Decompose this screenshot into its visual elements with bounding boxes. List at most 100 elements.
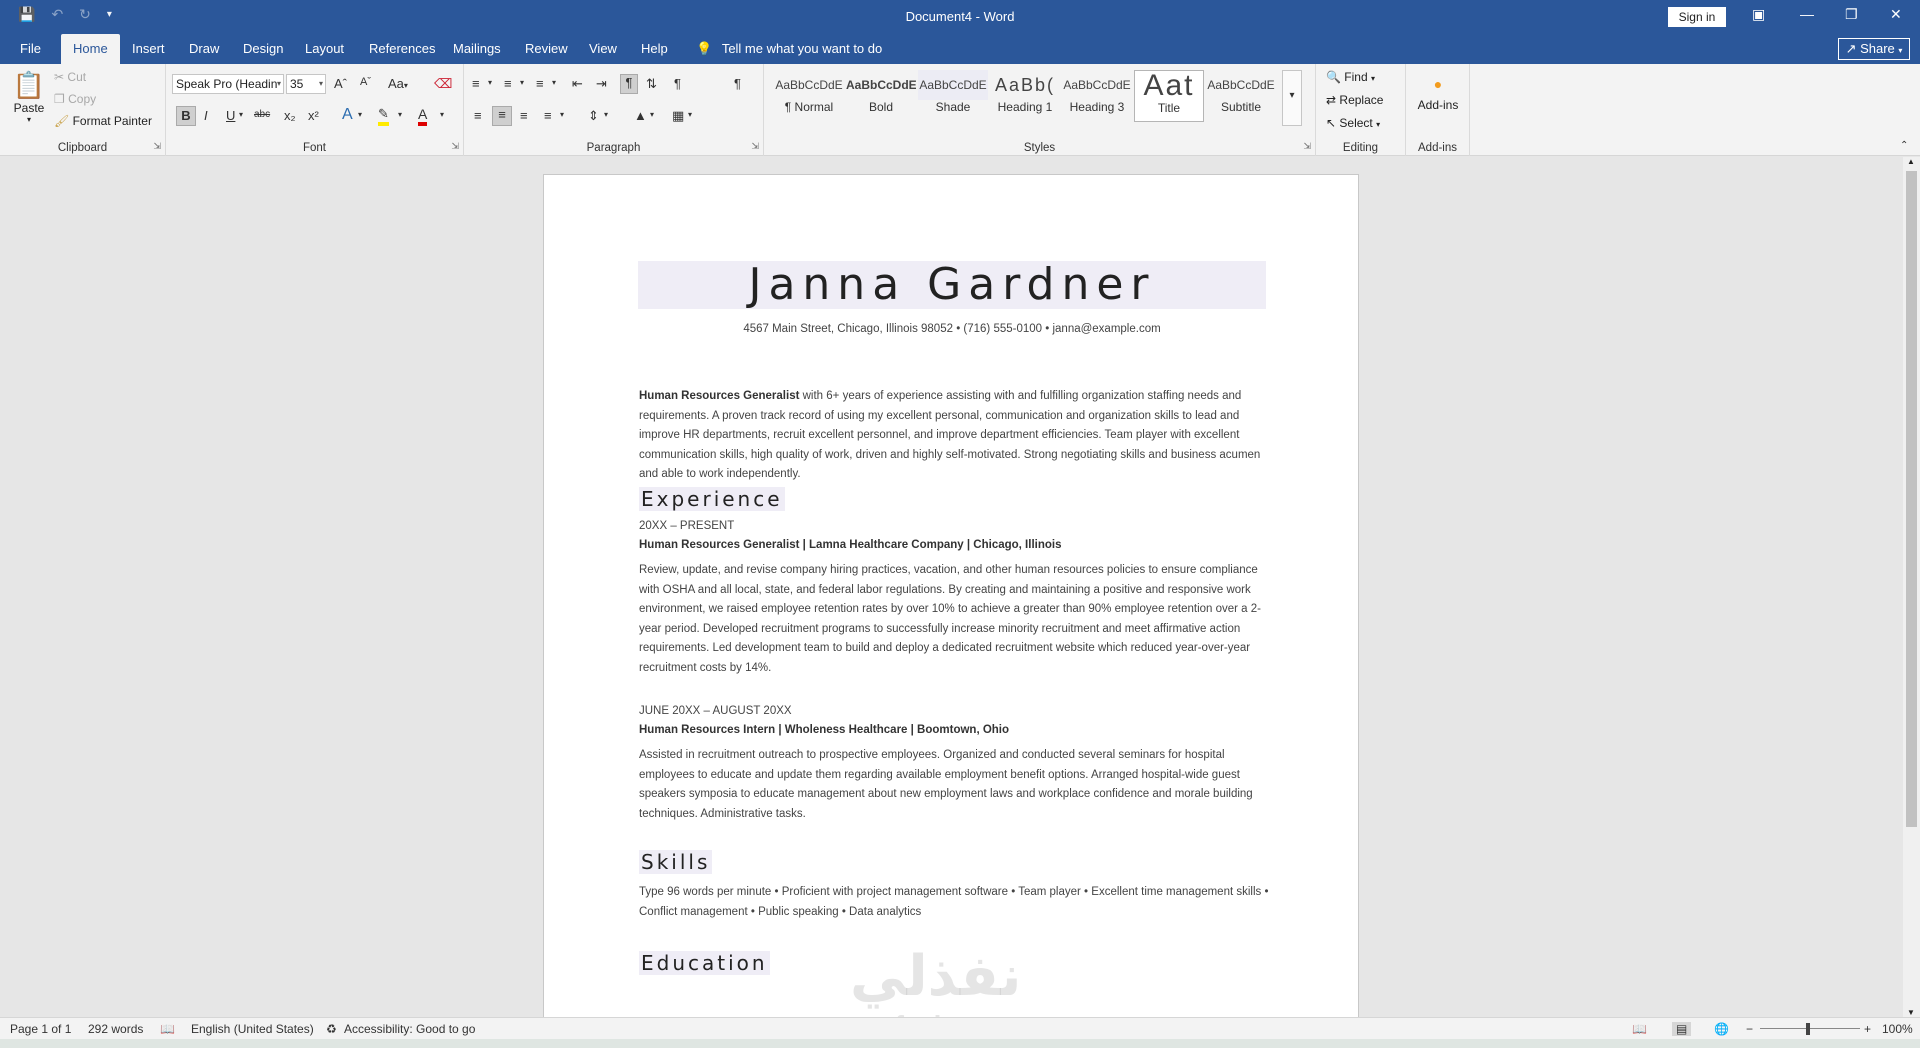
restore-icon[interactable]: ❐ [1845,6,1858,23]
proofing-icon[interactable]: 📖 [160,1022,175,1036]
chevron-down-icon[interactable]: ▾ [560,110,564,119]
align-right-icon[interactable]: ≡ [520,108,528,123]
style-subtitle[interactable]: AaBbCcDdE Subtitle [1206,70,1276,122]
tab-home[interactable]: Home [61,34,120,64]
italic-icon[interactable]: I [204,108,208,123]
borders-icon[interactable]: ▦ [672,108,684,124]
accessibility-icon[interactable]: ♻ [326,1022,337,1036]
tab-view[interactable]: View [589,34,617,64]
chevron-down-icon[interactable]: ▾ [488,78,492,87]
style-heading-3[interactable]: AaBbCcDdE Heading 3 [1062,70,1132,122]
zoom-slider[interactable] [1760,1028,1860,1029]
vertical-scrollbar[interactable]: ▲ ▼ [1903,157,1920,1017]
chevron-down-icon[interactable]: ▾ [440,110,444,119]
superscript-icon[interactable]: x² [308,108,319,123]
scroll-up-icon[interactable]: ▲ [1907,157,1915,166]
document-page[interactable]: Janna Gardner 4567 Main Street, Chicago,… [543,174,1359,1017]
sort-icon[interactable]: ⇅ [646,76,657,92]
close-icon[interactable]: ✕ [1890,6,1902,23]
font-name-select[interactable]: Speak Pro (Headin ▾ [172,74,284,94]
job2-description[interactable]: Assisted in recruitment outreach to pros… [639,746,1269,824]
collapse-ribbon-icon[interactable]: ⌃ [1900,140,1908,151]
select-button[interactable]: ↖ Select ▾ [1326,116,1380,130]
multilevel-list-icon[interactable]: ≡ [536,76,544,91]
increase-indent-icon[interactable]: ⇥ [596,76,607,92]
tab-mailings[interactable]: Mailings [453,34,501,64]
clear-formatting-icon[interactable]: ⌫ [434,76,452,92]
zoom-slider-thumb[interactable] [1806,1023,1810,1035]
style-shade[interactable]: AaBbCcDdE Shade [918,70,988,122]
show-formatting-icon[interactable]: ¶ [734,76,741,91]
highlight-icon[interactable]: ✎ [378,106,389,126]
dialog-launcher-icon[interactable]: ⇲ [751,141,759,152]
dialog-launcher-icon[interactable]: ⇲ [153,141,161,152]
ltr-icon[interactable]: ¶ [620,74,638,94]
find-button[interactable]: 🔍 Find ▾ [1326,70,1375,84]
font-color-icon[interactable]: A [418,106,428,126]
tab-design[interactable]: Design [243,34,283,64]
name-heading[interactable]: Janna Gardner [638,261,1266,309]
zoom-out-icon[interactable]: − [1746,1022,1753,1036]
bold-icon[interactable]: B [176,106,196,126]
style-bold[interactable]: AaBbCcDdE Bold [846,70,916,122]
grow-font-icon[interactable]: Aˆ [334,76,347,91]
tab-review[interactable]: Review [525,34,568,64]
copy-button[interactable]: ❐ Copy [54,92,96,106]
zoom-level[interactable]: 100% [1882,1022,1913,1036]
style-normal[interactable]: AaBbCcDdE ¶ Normal [774,70,844,122]
job2-title[interactable]: Human Resources Intern | Wholeness Healt… [639,724,1009,736]
rtl-icon[interactable]: ¶ [674,76,681,91]
web-layout-icon[interactable]: 🌐 [1714,1022,1729,1036]
align-center-icon[interactable]: ≡ [492,106,512,126]
underline-icon[interactable]: U [226,108,235,123]
style-heading-1[interactable]: AaBb(Heading 1 [990,70,1060,122]
share-button[interactable]: ↗ Share ▾ [1838,38,1910,60]
language[interactable]: English (United States) [191,1022,314,1036]
minimize-icon[interactable]: — [1800,6,1814,22]
line-spacing-icon[interactable]: ⇕ [588,108,599,124]
tab-help[interactable]: Help [641,34,668,64]
change-case-button[interactable]: Aa▾ [388,76,408,91]
chevron-down-icon[interactable]: ▾ [239,110,243,119]
justify-icon[interactable]: ≡ [544,108,552,123]
strikethrough-icon[interactable]: abc [254,109,270,120]
scrollbar-thumb[interactable] [1906,171,1917,827]
ribbon-display-options-icon[interactable]: ▣ [1752,6,1765,23]
tab-draw[interactable]: Draw [189,34,219,64]
chevron-down-icon[interactable]: ▾ [604,110,608,119]
styles-more-icon[interactable]: ▾ [1282,70,1302,126]
skills-heading[interactable]: Skills [639,850,713,874]
subscript-icon[interactable]: x₂ [284,108,296,123]
job1-date[interactable]: 20XX – PRESENT [639,520,734,532]
bullets-icon[interactable]: ≡ [472,76,480,91]
scroll-down-icon[interactable]: ▼ [1907,1008,1915,1017]
cut-button[interactable]: ✂ Cut [54,70,86,84]
format-painter-button[interactable]: 🖌 Format Painter [54,114,152,128]
font-size-select[interactable]: 35 ▾ [286,74,326,94]
numbering-icon[interactable]: ≡ [504,76,512,91]
align-left-icon[interactable]: ≡ [474,108,482,123]
word-count[interactable]: 292 words [88,1022,143,1036]
shrink-font-icon[interactable]: Aˇ [360,76,371,88]
add-ins-button[interactable]: ● Add-ins [1414,76,1462,112]
accessibility-status[interactable]: Accessibility: Good to go [344,1022,475,1036]
page-count[interactable]: Page 1 of 1 [10,1022,71,1036]
job2-date[interactable]: JUNE 20XX – AUGUST 20XX [639,705,792,717]
experience-heading[interactable]: Experience [639,487,785,511]
tab-file[interactable]: File [20,34,41,64]
sign-in-button[interactable]: Sign in [1668,7,1726,27]
read-mode-icon[interactable]: 📖 [1632,1022,1647,1036]
job1-description[interactable]: Review, update, and revise company hirin… [639,561,1269,679]
tab-insert[interactable]: Insert [132,34,165,64]
education-heading[interactable]: Education [639,951,770,975]
shading-icon[interactable]: ▲ [634,108,647,123]
skills-text[interactable]: Type 96 words per minute • Proficient wi… [639,883,1269,922]
style-title[interactable]: Aat Title [1134,70,1204,122]
tab-layout[interactable]: Layout [305,34,344,64]
contact-info[interactable]: 4567 Main Street, Chicago, Illinois 9805… [638,323,1266,335]
print-layout-icon[interactable]: ▤ [1672,1022,1692,1036]
job1-title[interactable]: Human Resources Generalist | Lamna Healt… [639,539,1061,551]
chevron-down-icon[interactable]: ▾ [520,78,524,87]
paste-button[interactable]: 📋 Paste ▾ [12,70,46,124]
chevron-down-icon[interactable]: ▾ [358,110,362,119]
